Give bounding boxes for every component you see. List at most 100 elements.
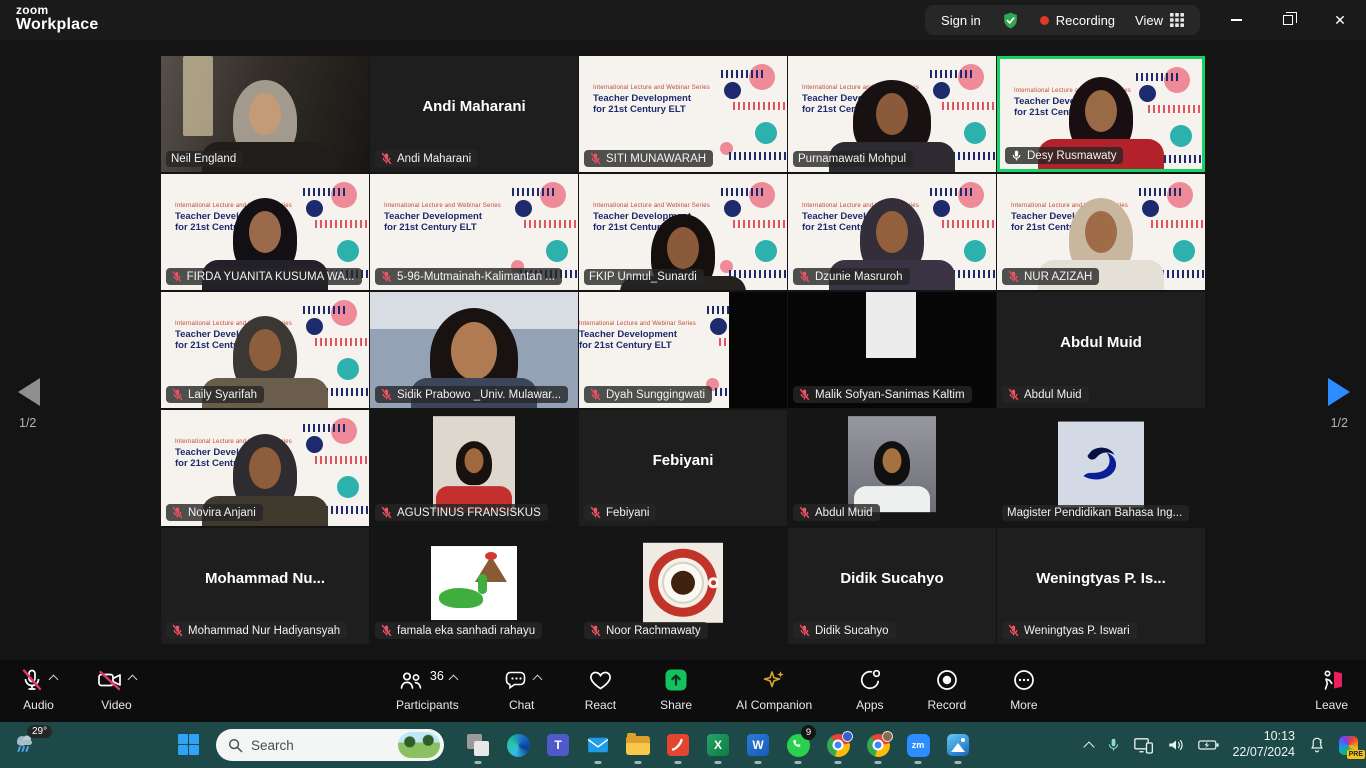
view-button[interactable]: View xyxy=(1135,13,1184,28)
participant-tile[interactable]: Neil England xyxy=(161,56,369,172)
mic-in-use-icon[interactable] xyxy=(1106,736,1121,754)
battery-charging-icon[interactable] xyxy=(1198,738,1219,752)
recording-indicator[interactable]: Recording xyxy=(1040,13,1115,28)
participants-options-caret[interactable] xyxy=(448,675,458,685)
audio-options-caret[interactable] xyxy=(49,675,59,685)
participant-tile[interactable]: FebiyaniFebiyani xyxy=(579,410,787,526)
participant-name: Malik Sofyan-Sanimas Kaltim xyxy=(815,389,965,401)
participant-tile[interactable]: Magister Pendidikan Bahasa Ing... xyxy=(997,410,1205,526)
taskbar-app-teams[interactable]: T xyxy=(538,725,578,765)
participant-tile[interactable]: Noor Rachmawaty xyxy=(579,528,787,644)
participant-tile[interactable]: AGUSTINUS FRANSISKUS xyxy=(370,410,578,526)
participant-tile[interactable]: International Lecture and Webinar Series… xyxy=(997,174,1205,290)
participant-tile[interactable]: Andi MaharaniAndi Maharani xyxy=(370,56,578,172)
participant-tile[interactable]: Weningtyas P. Is...Weningtyas P. Iswari xyxy=(997,528,1205,644)
participant-name: AGUSTINUS FRANSISKUS xyxy=(397,507,541,519)
audio-button[interactable]: Audio xyxy=(20,668,57,712)
participant-tile[interactable]: International Lecture and Webinar Series… xyxy=(788,56,996,172)
leave-button[interactable]: Leave xyxy=(1315,668,1348,712)
more-button[interactable]: More xyxy=(1010,668,1037,712)
zoom-app-icon: zm xyxy=(907,734,930,757)
search-highlight-image[interactable] xyxy=(398,732,440,758)
decor xyxy=(1217,743,1219,746)
decor xyxy=(842,731,853,742)
decor xyxy=(591,673,610,689)
participant-name: 5-96-Mutmainah-Kalimantan ... xyxy=(397,271,555,283)
weather-widget[interactable]: 29° xyxy=(12,731,38,760)
participant-name-tag: Noor Rachmawaty xyxy=(584,622,708,639)
participants-button[interactable]: 36 Participants xyxy=(396,668,459,712)
share-button[interactable]: Share xyxy=(660,668,692,712)
participant-tile[interactable]: International Lecture and Webinar Series… xyxy=(161,410,369,526)
meeting-toolbar: Audio Video 36 Participants Chat React xyxy=(0,660,1366,722)
participant-tile[interactable]: Sidik Prabowo _Univ. Mulawar... xyxy=(370,292,578,408)
notification-bell-icon[interactable]: z xyxy=(1308,736,1326,754)
muted-mic-icon xyxy=(380,270,393,283)
participant-tile[interactable]: Malik Sofyan-Sanimas Kaltim xyxy=(788,292,996,408)
video-button[interactable]: Video xyxy=(97,668,136,712)
audio-label: Audio xyxy=(23,698,54,712)
taskbar-app-pdf[interactable] xyxy=(658,725,698,765)
participant-tile[interactable]: International Lecture and Webinar Series… xyxy=(161,292,369,408)
apps-icon xyxy=(858,668,882,692)
chat-label: Chat xyxy=(509,698,534,712)
record-button[interactable]: Record xyxy=(928,668,967,712)
participant-tile[interactable]: International Lecture and Webinar Series… xyxy=(579,174,787,290)
muted-mic-icon xyxy=(589,388,602,401)
security-shield-icon[interactable] xyxy=(1001,11,1020,30)
participant-tile[interactable]: famala eka sanhadi rahayu xyxy=(370,528,578,644)
taskbar-app-zoom[interactable]: zm xyxy=(898,725,938,765)
participants-icon xyxy=(398,668,424,692)
minimize-button[interactable] xyxy=(1210,0,1262,40)
restore-button[interactable] xyxy=(1262,0,1314,40)
shared-document xyxy=(866,292,916,358)
apps-button[interactable]: Apps xyxy=(856,668,883,712)
participant-tile[interactable]: Didik SucahyoDidik Sucahyo xyxy=(788,528,996,644)
participant-name-tag: NUR AZIZAH xyxy=(1002,268,1099,285)
previous-page-arrow[interactable] xyxy=(18,378,40,406)
react-button[interactable]: React xyxy=(585,668,616,712)
participant-tile[interactable]: International Lecture and Webinar Series… xyxy=(579,56,787,172)
taskbar-app-photos[interactable] xyxy=(938,725,978,765)
volume-icon[interactable] xyxy=(1167,737,1185,753)
chat-options-caret[interactable] xyxy=(532,675,542,685)
taskbar-app-word[interactable]: W xyxy=(738,725,778,765)
taskbar-app-task-view[interactable] xyxy=(458,725,498,765)
start-button[interactable] xyxy=(178,734,199,755)
video-grid: Neil EnglandAndi MaharaniAndi MaharaniIn… xyxy=(161,56,1207,644)
participant-tile[interactable]: International Lecture and Webinar Series… xyxy=(579,292,787,408)
participant-tile[interactable]: Abdul MuidAbdul Muid xyxy=(997,292,1205,408)
participant-tile[interactable]: Mohammad Nu...Mohammad Nur Hadiyansyah xyxy=(161,528,369,644)
participant-tile[interactable]: International Lecture and Webinar Series… xyxy=(370,174,578,290)
participant-tile[interactable]: International Lecture and Webinar Series… xyxy=(161,174,369,290)
chat-button[interactable]: Chat xyxy=(503,668,541,712)
taskbar-app-whatsapp[interactable]: 9 xyxy=(778,725,818,765)
hidden-icons-chevron[interactable] xyxy=(1085,739,1093,751)
close-button[interactable]: ✕ xyxy=(1314,0,1366,40)
taskbar-app-excel[interactable]: X xyxy=(698,725,738,765)
participant-tile[interactable]: International Lecture and Webinar Series… xyxy=(788,174,996,290)
ai-companion-button[interactable]: AI Companion xyxy=(736,668,812,712)
decor xyxy=(506,673,524,688)
participant-name: Febiyani xyxy=(606,507,649,519)
participant-tile[interactable]: International Lecture and Webinar Series… xyxy=(997,56,1205,172)
muted-mic-icon xyxy=(380,152,393,165)
chrome-profile-2-icon xyxy=(867,734,890,757)
cast-devices-icon[interactable] xyxy=(1134,737,1154,754)
taskbar-app-chrome-profile-1[interactable] xyxy=(818,725,858,765)
clock-widget[interactable]: 10:13 22/07/2024 xyxy=(1232,729,1295,760)
search-box[interactable]: Search xyxy=(216,729,444,761)
taskbar-app-file-explorer[interactable] xyxy=(618,725,658,765)
taskbar-app-mail[interactable] xyxy=(578,725,618,765)
decor xyxy=(664,668,688,694)
copilot-icon[interactable]: PRE xyxy=(1339,736,1358,755)
decor xyxy=(858,668,882,694)
taskbar-app-edge[interactable] xyxy=(498,725,538,765)
sign-in-button[interactable]: Sign in xyxy=(941,13,981,28)
taskbar-app-chrome-profile-2[interactable] xyxy=(858,725,898,765)
video-options-caret[interactable] xyxy=(128,675,138,685)
leave-label: Leave xyxy=(1315,698,1348,712)
photos-icon xyxy=(947,734,969,756)
next-page-arrow[interactable] xyxy=(1328,378,1350,406)
participant-tile[interactable]: Abdul Muid xyxy=(788,410,996,526)
